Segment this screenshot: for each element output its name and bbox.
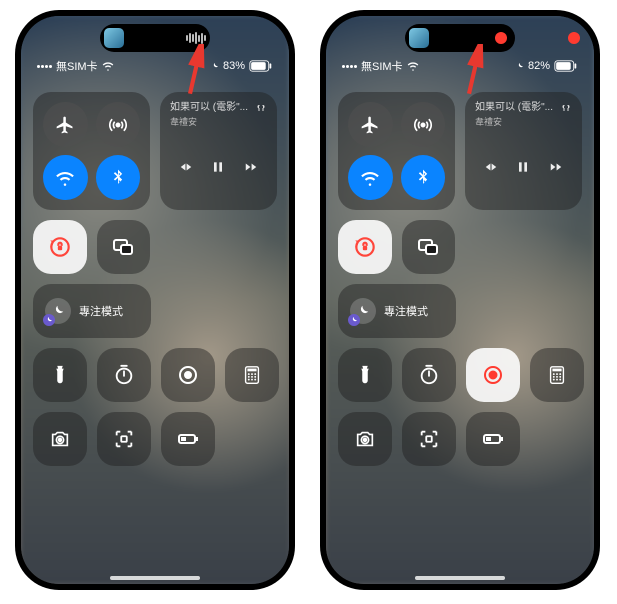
calculator-button[interactable] (530, 348, 584, 402)
focus-sub-icon (43, 314, 55, 326)
orientation-lock-button[interactable] (33, 220, 87, 274)
battery-icon (554, 60, 578, 72)
orientation-lock-button[interactable] (338, 220, 392, 274)
airplay-icon[interactable] (255, 102, 267, 114)
qr-scan-button[interactable] (97, 412, 151, 466)
battery-percent: 83% (223, 60, 245, 72)
camera-button[interactable] (33, 412, 87, 466)
media-controls[interactable]: 如果可以 (電影"... 韋禮安 (160, 92, 277, 210)
now-playing-art (409, 28, 429, 48)
carrier-label: 無SIM卡 (361, 58, 403, 74)
focus-button[interactable]: 專注模式 (33, 284, 151, 338)
dynamic-island[interactable] (405, 24, 515, 52)
low-power-button[interactable] (161, 412, 215, 466)
screen-mirror-button[interactable] (97, 220, 151, 274)
status-bar: 無SIM卡 83% (21, 56, 289, 76)
pause-icon[interactable] (210, 159, 226, 175)
media-artist: 韋禮安 (170, 115, 248, 128)
timer-button[interactable] (97, 348, 151, 402)
battery-percent: 82% (528, 60, 550, 72)
prev-icon[interactable] (179, 160, 193, 174)
timer-button[interactable] (402, 348, 456, 402)
wifi-toggle[interactable] (348, 155, 393, 200)
home-indicator[interactable] (110, 576, 200, 580)
media-controls[interactable]: 如果可以 (電影"... 韋禮安 (465, 92, 582, 210)
focus-sub-icon (348, 314, 360, 326)
screen-record-button[interactable] (466, 348, 520, 402)
control-center: 如果可以 (電影"... 韋禮安 (338, 92, 582, 564)
flashlight-button[interactable] (338, 348, 392, 402)
status-bar: 無SIM卡 82% (326, 56, 594, 76)
bluetooth-toggle[interactable] (401, 155, 446, 200)
prev-icon[interactable] (484, 160, 498, 174)
next-icon[interactable] (244, 160, 258, 174)
now-playing-art (104, 28, 124, 48)
battery-icon (249, 60, 273, 72)
connectivity-group (33, 92, 150, 210)
low-power-button[interactable] (466, 412, 520, 466)
flashlight-button[interactable] (33, 348, 87, 402)
focus-label: 專注模式 (384, 303, 428, 319)
camera-button[interactable] (338, 412, 392, 466)
media-title: 如果可以 (電影"... (170, 102, 248, 114)
focus-status-icon (516, 62, 524, 70)
screen-mirror-button[interactable] (402, 220, 456, 274)
next-icon[interactable] (549, 160, 563, 174)
media-artist: 韋禮安 (475, 115, 553, 128)
audio-waveform-icon (186, 32, 206, 44)
airplane-toggle[interactable] (43, 102, 88, 147)
wifi-icon (102, 60, 114, 72)
airplane-toggle[interactable] (348, 102, 393, 147)
control-center: 如果可以 (電影"... 韋禮安 (33, 92, 277, 564)
airplay-icon[interactable] (560, 102, 572, 114)
home-indicator[interactable] (415, 576, 505, 580)
dynamic-island[interactable] (100, 24, 210, 52)
pause-icon[interactable] (515, 159, 531, 175)
wifi-icon (407, 60, 419, 72)
focus-status-icon (211, 62, 219, 70)
recording-indicator-dot (568, 32, 580, 44)
focus-icon (350, 298, 376, 324)
connectivity-group (338, 92, 455, 210)
screen-record-button[interactable] (161, 348, 215, 402)
cellular-toggle[interactable] (401, 102, 446, 147)
focus-icon (45, 298, 71, 324)
carrier-label: 無SIM卡 (56, 58, 98, 74)
wifi-toggle[interactable] (43, 155, 88, 200)
cellular-toggle[interactable] (96, 102, 141, 147)
calculator-button[interactable] (225, 348, 279, 402)
phone-left: 無SIM卡 83% (15, 10, 295, 590)
media-title: 如果可以 (電影"... (475, 102, 553, 114)
recording-dot-icon (495, 32, 507, 44)
qr-scan-button[interactable] (402, 412, 456, 466)
phone-right: 無SIM卡 82% (320, 10, 600, 590)
bluetooth-toggle[interactable] (96, 155, 141, 200)
focus-button[interactable]: 專注模式 (338, 284, 456, 338)
focus-label: 專注模式 (79, 303, 123, 319)
